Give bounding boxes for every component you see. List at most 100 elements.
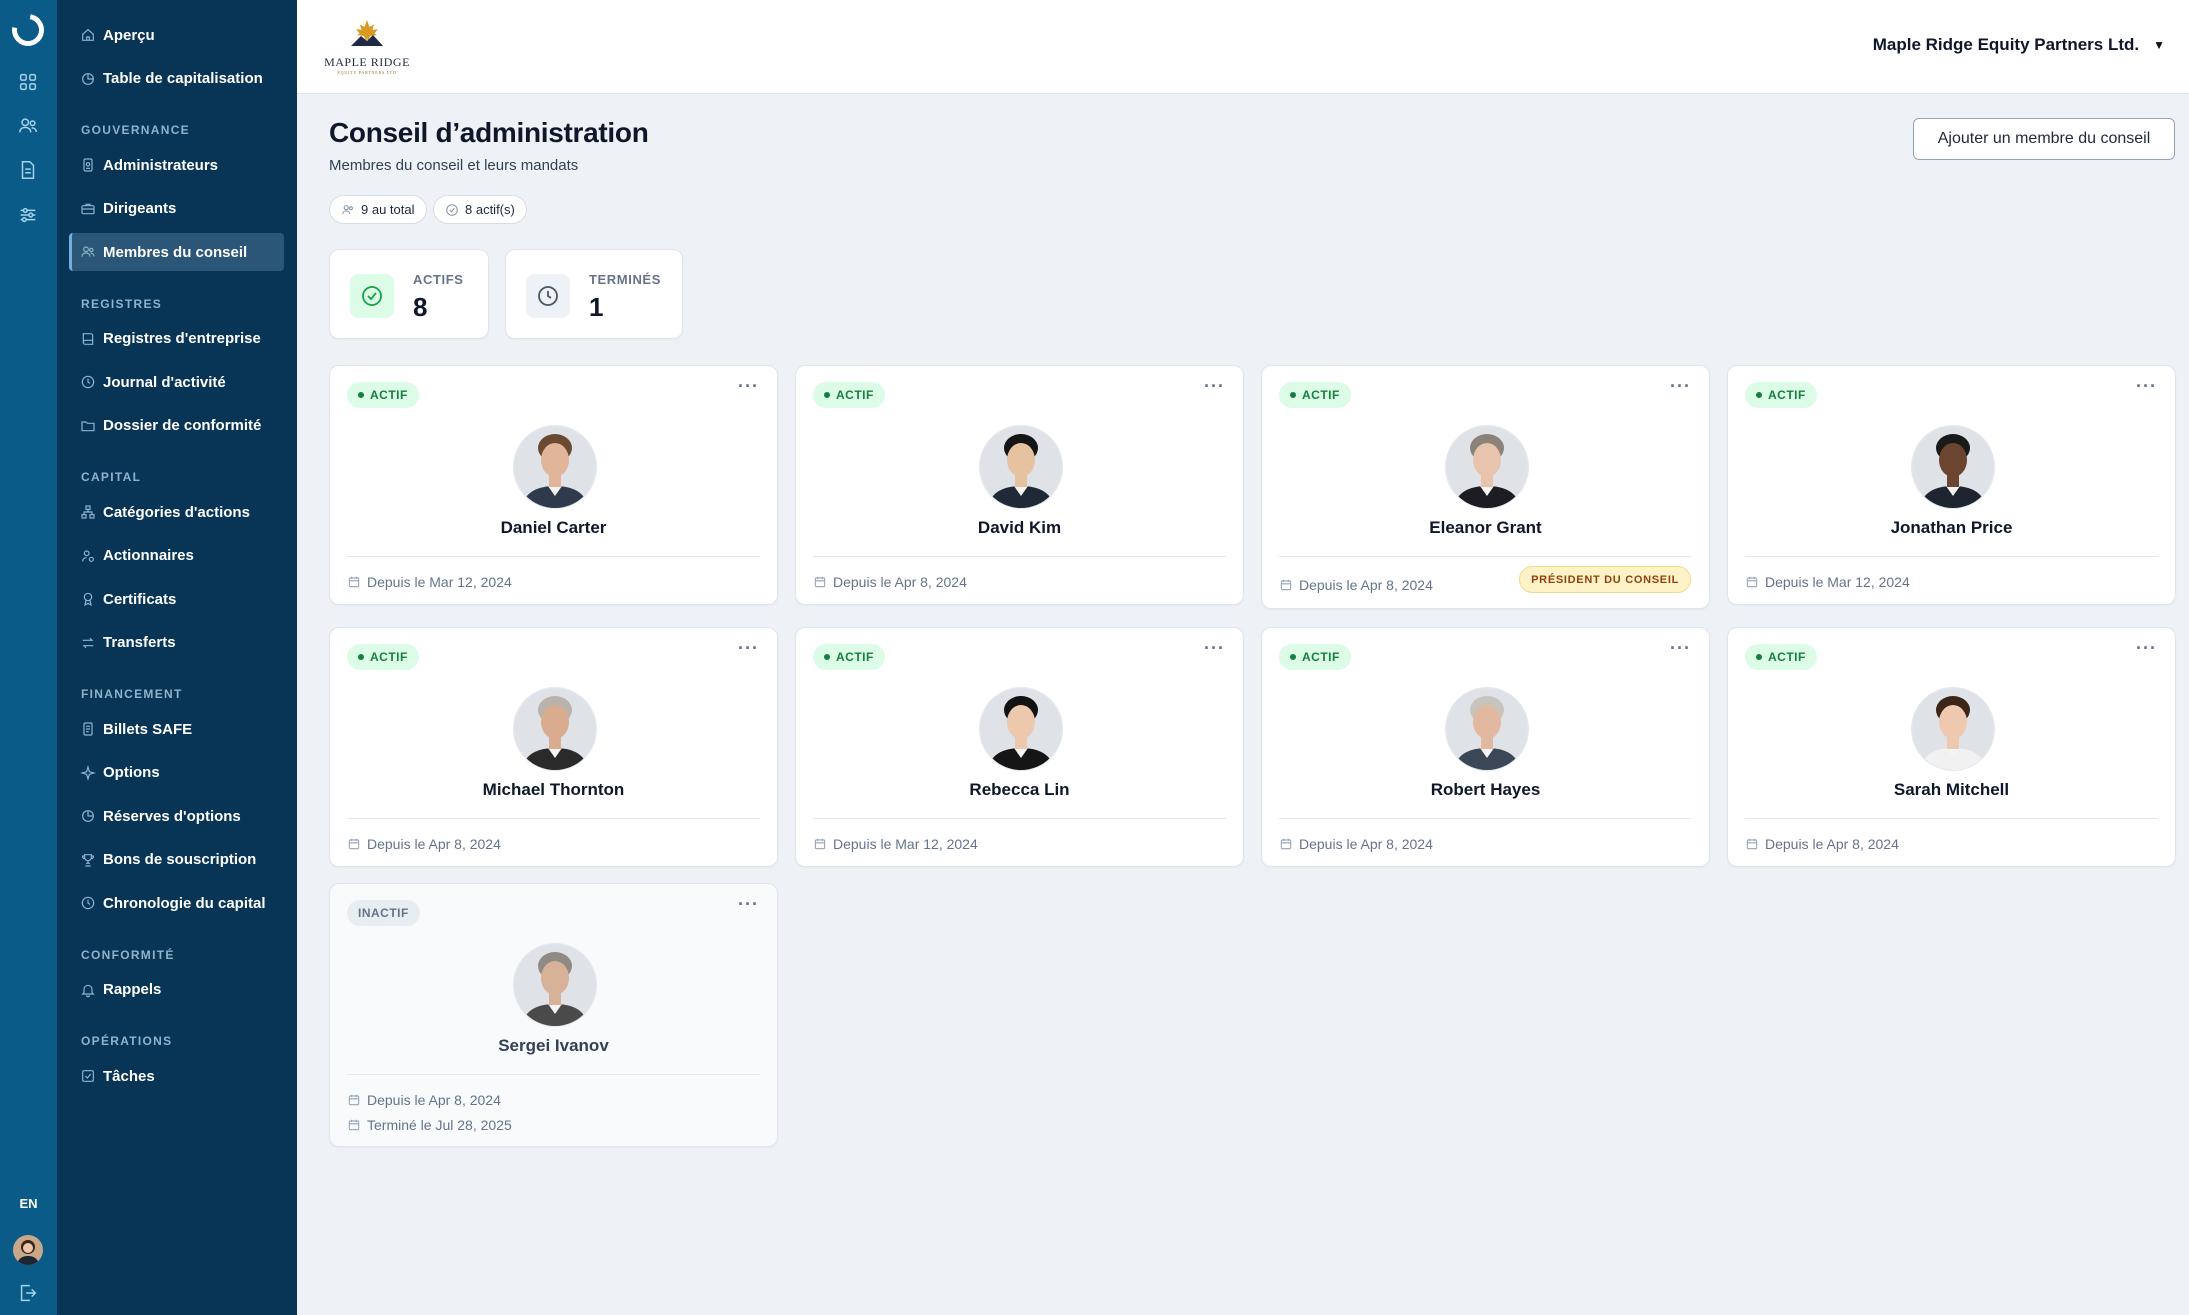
member-avatar — [1912, 688, 1994, 770]
company-logo: MAPLE RIDGE EQUITY PARTNERS LTD — [321, 18, 413, 75]
more-options-icon[interactable]: ··· — [738, 894, 759, 915]
user-avatar[interactable] — [13, 1235, 43, 1265]
check-circle-icon — [445, 203, 459, 217]
member-name: Sergei Ivanov — [498, 1036, 609, 1055]
sidebar-item-label: Dossier de conformité — [103, 417, 262, 434]
chair-badge: PRÉSIDENT DU CONSEIL — [1519, 566, 1691, 593]
sidebar-item-label: Aperçu — [103, 26, 155, 44]
member-name: Jonathan Price — [1890, 518, 2013, 537]
sidebar-item-certificats[interactable]: Certificats — [69, 580, 284, 618]
company-name: Maple Ridge Equity Partners Ltd. — [1872, 35, 2140, 54]
board-member-card[interactable]: INACTIF ··· Sergei Ivanov Depuis le Apr 8, … — [329, 883, 778, 1147]
sidebar-item-transferts[interactable]: Transferts — [69, 624, 284, 662]
sidebar-item-label: Rappels — [103, 981, 162, 998]
board-member-card[interactable]: ACTIF ··· Michael Thornton Depuis le Apr 8,… — [329, 627, 778, 867]
more-options-icon[interactable]: ··· — [2136, 638, 2157, 659]
member-since: Depuis le Apr 8, 2024 — [813, 574, 967, 590]
member-ended-text: Terminé le Jul 28, 2025 — [367, 1117, 512, 1133]
sidebar-item-rappels[interactable]: Rappels — [69, 971, 284, 1009]
page-title: Conseil d’administration — [329, 117, 649, 148]
board-member-card[interactable]: ACTIF ··· Daniel Carter Depuis le Mar 12, 2… — [329, 365, 778, 605]
sidebar-item-dirigeants[interactable]: Dirigeants — [69, 190, 284, 228]
board-member-card[interactable]: ACTIF ··· David Kim Depuis le Apr 8, 2024 — [795, 365, 1244, 605]
member-name: David Kim — [977, 518, 1062, 537]
add-board-member-button[interactable]: Ajouter un membre du conseil — [1913, 118, 2175, 160]
member-avatar — [1446, 688, 1528, 770]
more-options-icon[interactable]: ··· — [1204, 376, 1225, 397]
sidebar-item-label: Membres du conseil — [103, 243, 248, 261]
page-subtitle: Membres du conseil et leurs mandats — [329, 157, 579, 174]
company-switcher[interactable]: Maple Ridge Equity Partners Ltd. ▼ — [1873, 35, 2165, 55]
sidebar-item-label: Dirigeants — [103, 200, 177, 217]
member-avatar — [514, 944, 596, 1026]
board-member-card[interactable]: ACTIF ··· Sarah Mitchell Depuis le Apr 8, 2… — [1727, 627, 2176, 867]
sliders-icon[interactable] — [17, 204, 39, 226]
sidebar-item-dossier-de-conformite[interactable]: Dossier de conformité — [69, 407, 284, 445]
active-count-pill: 8 actif(s) — [433, 195, 527, 224]
checkbox-icon — [80, 1068, 96, 1084]
sidebar-section-title: FINANCEMENT — [81, 687, 183, 701]
users-icon[interactable] — [17, 115, 39, 137]
member-avatar — [1912, 426, 1994, 508]
card-divider — [347, 1074, 760, 1075]
more-options-icon[interactable]: ··· — [1204, 638, 1225, 659]
stat-value: 1 — [589, 292, 604, 322]
board-member-card[interactable]: ACTIF ··· Robert Hayes Depuis le Apr 8, 202… — [1261, 627, 1710, 867]
member-name: Robert Hayes — [1430, 780, 1541, 799]
status-badge: ACTIF — [347, 644, 419, 670]
sidebar-item-billets-safe[interactable]: Billets SAFE — [69, 710, 284, 748]
card-divider — [813, 556, 1226, 557]
sidebar-item-table-de-capitalisation[interactable]: Table de capitalisation — [69, 60, 284, 98]
more-options-icon[interactable]: ··· — [1670, 376, 1691, 397]
top-header: MAPLE RIDGE EQUITY PARTNERS LTD Maple Ri… — [297, 0, 2189, 94]
language-switch[interactable]: EN — [0, 1196, 57, 1211]
pie-chart-icon — [80, 71, 96, 87]
sidebar-item-categories-d-actions[interactable]: Catégories d'actions — [69, 493, 284, 531]
sidebar-item-chronologie-du-capital[interactable]: Chronologie du capital — [69, 884, 284, 922]
board-member-card[interactable]: ACTIF ··· Eleanor Grant Depuis le Apr 8, 20… — [1261, 365, 1710, 609]
folder-icon — [80, 418, 96, 434]
card-divider — [1279, 556, 1692, 557]
sidebar-item-label: Transferts — [103, 634, 176, 651]
card-divider — [1745, 818, 2158, 819]
more-options-icon[interactable]: ··· — [738, 376, 759, 397]
app-logo-icon[interactable] — [5, 7, 51, 53]
sidebar-item-administrateurs[interactable]: Administrateurs — [69, 146, 284, 184]
sidebar-item-registres-d-entreprise[interactable]: Registres d'entreprise — [69, 320, 284, 358]
document-icon[interactable] — [17, 159, 39, 181]
sidebar-item-actionnaires[interactable]: Actionnaires — [69, 537, 284, 575]
calendar-icon — [1745, 575, 1759, 589]
more-options-icon[interactable]: ··· — [1670, 638, 1691, 659]
board-member-card[interactable]: ACTIF ··· Rebecca Lin Depuis le Mar 12, 202… — [795, 627, 1244, 867]
status-badge: ACTIF — [347, 382, 419, 408]
sidebar-item-options[interactable]: Options — [69, 754, 284, 792]
apps-grid-icon[interactable] — [17, 71, 39, 93]
transfer-icon — [80, 635, 96, 651]
sidebar-item-apercu[interactable]: Aperçu — [69, 16, 284, 54]
sidebar-section-title: CONFORMITÉ — [81, 947, 175, 962]
stat-label: TERMINÉS — [589, 272, 661, 287]
stat-value: 8 — [413, 292, 428, 322]
sidebar-item-bons-de-souscription[interactable]: Bons de souscription — [69, 841, 284, 879]
calendar-icon — [813, 575, 827, 589]
sidebar-item-taches[interactable]: Tâches — [69, 1057, 284, 1095]
book-icon — [80, 331, 96, 347]
logout-icon[interactable] — [17, 1282, 39, 1304]
total-count-pill: 9 au total — [329, 195, 427, 224]
more-options-icon[interactable]: ··· — [738, 638, 759, 659]
member-avatar — [514, 688, 596, 770]
sidebar-item-membres-du-conseil[interactable]: Membres du conseil — [69, 233, 284, 271]
sidebar-item-label: Table de capitalisation — [103, 70, 263, 87]
sidebar-item-label: Tâches — [103, 1067, 155, 1085]
calendar-icon — [347, 1118, 361, 1132]
note-icon — [80, 721, 96, 737]
sidebar-item-journal-d-activite[interactable]: Journal d'activité — [69, 363, 284, 401]
calendar-icon — [1279, 578, 1293, 592]
sidebar-item-reserves-d-options[interactable]: Réserves d'options — [69, 797, 284, 835]
member-since-text: Depuis le Mar 12, 2024 — [833, 836, 978, 852]
logo-subtext: EQUITY PARTNERS LTD — [337, 70, 397, 75]
calendar-icon — [813, 837, 827, 851]
board-member-card[interactable]: ACTIF ··· Jonathan Price Depuis le Mar 12, … — [1727, 365, 2176, 605]
member-since: Depuis le Mar 12, 2024 — [813, 836, 978, 852]
more-options-icon[interactable]: ··· — [2136, 376, 2157, 397]
